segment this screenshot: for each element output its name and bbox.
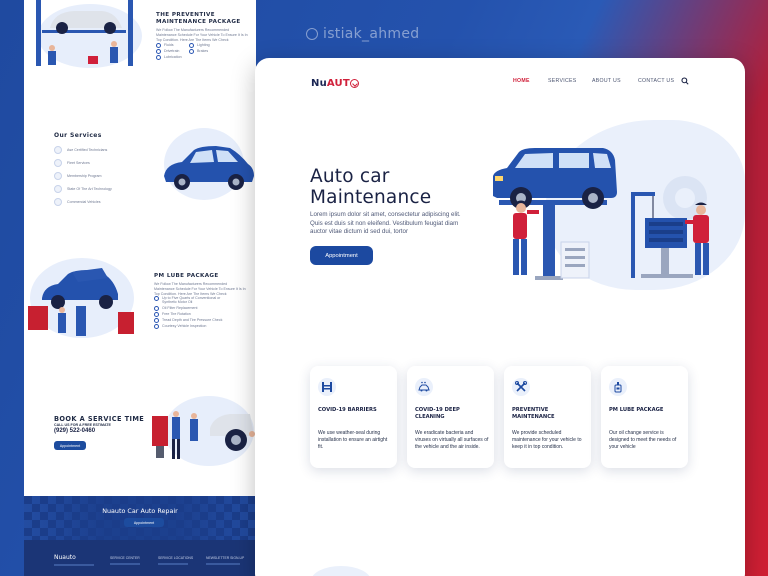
- check-icon: [154, 296, 159, 301]
- check-icon: [189, 42, 194, 48]
- book-title: BOOK A SERVICE TIME: [54, 415, 145, 423]
- car-wash-icon: [415, 378, 433, 396]
- services-list: Ase Certified Technicians Fleet Services…: [54, 143, 154, 208]
- service-card-preventive-maintenance[interactable]: PREVENTIVE MAINTENANCE We provide schedu…: [504, 366, 591, 468]
- banner-title: Nuauto Car Auto Repair: [102, 507, 178, 515]
- search-icon[interactable]: [681, 77, 689, 85]
- check-icon: [156, 42, 161, 48]
- basketball-icon: [306, 28, 318, 40]
- hero-description: Lorem ipsum dolor sit amet, consectetur …: [310, 211, 461, 236]
- banner-appointment-button[interactable]: Appointment: [124, 518, 164, 527]
- brand-logo[interactable]: Nu AUT: [311, 78, 360, 89]
- card-text: We provide scheduled maintenance for you…: [512, 430, 582, 450]
- list-item: State Of The Art Technology: [54, 182, 154, 195]
- card-title: PREVENTIVE MAINTENANCE: [512, 407, 555, 420]
- footer-line: [54, 564, 94, 566]
- lube-text: We Follow The Manufacturers Recommended …: [154, 282, 246, 296]
- service-icon: [54, 197, 62, 206]
- footer-col-title: SERVICE LOCATIONS: [158, 556, 194, 560]
- card-text: We use weather-seal during installation …: [318, 430, 388, 450]
- lube-title: PM LUBE PACKAGE: [154, 273, 219, 279]
- nav-services[interactable]: SERVICES: [548, 78, 577, 84]
- lift-icon: [318, 378, 336, 396]
- card-title: PM LUBE PACKAGE: [609, 407, 664, 413]
- mechanics-lift-illustration: [36, 0, 142, 68]
- car-repair-illustration: [493, 148, 709, 280]
- service-card-covid-barriers[interactable]: COVID-19 BARRIERS We use weather-seal du…: [310, 366, 397, 468]
- service-icon: [54, 171, 62, 180]
- list-item: Up to Five Quarts of Conventional or Syn…: [154, 296, 254, 305]
- nav-contact-us[interactable]: CONTACT US: [638, 78, 674, 84]
- footer-col-title: SERVICE CENTER: [110, 556, 140, 560]
- check-icon: [154, 317, 159, 323]
- watermark: istiak_ahmed: [306, 26, 419, 42]
- check-icon: [154, 305, 159, 311]
- card-title: COVID-19 DEEP CLEANING: [415, 407, 460, 420]
- logo-o-icon: [350, 79, 360, 88]
- check-icon: [154, 323, 159, 329]
- decor-blob: [311, 566, 371, 576]
- footer-line: [206, 563, 240, 565]
- main-page-card: Nu AUT HOME SERVICES ABOUT US CONTACT US …: [255, 58, 745, 576]
- footer-brand: Nuauto: [54, 554, 76, 561]
- nav-home[interactable]: HOME: [513, 78, 530, 84]
- list-item: Membership Program: [54, 169, 154, 182]
- services-title: Our Services: [54, 132, 102, 139]
- maintenance-bullets-col1: Fluids Drivetrain Lubrication: [156, 42, 188, 60]
- service-card-pm-lube[interactable]: PM LUBE PACKAGE Our oil change service i…: [601, 366, 688, 468]
- footer-line: [110, 563, 140, 565]
- service-icon: [54, 184, 62, 193]
- service-card-deep-cleaning[interactable]: COVID-19 DEEP CLEANING We eradicate bact…: [407, 366, 494, 468]
- appointment-button[interactable]: Appointment: [310, 246, 373, 265]
- wrench-icon: [512, 378, 530, 396]
- footer-col-title: NEWSLETTER SIGN-UP: [206, 556, 245, 560]
- book-appointment-button[interactable]: Appointment: [54, 441, 86, 450]
- nav-about-us[interactable]: ABOUT US: [592, 78, 621, 84]
- list-item: Fleet Services: [54, 156, 154, 169]
- list-item: Ase Certified Technicians: [54, 143, 154, 156]
- book-subtitle: CALL US FOR A FREE ESTIMATE: [54, 423, 111, 427]
- card-text: We eradicate bacteria and viruses on vir…: [415, 430, 489, 450]
- car-lift-illustration: [28, 268, 134, 336]
- list-item: Brakes: [189, 48, 229, 54]
- maintenance-title: THE PREVENTIVE MAINTENANCE PACKAGE: [156, 12, 241, 25]
- service-icon: [54, 145, 62, 154]
- lube-bullets: Up to Five Quarts of Conventional or Syn…: [154, 296, 254, 329]
- list-item: Courtesy Vehicle Inspection: [154, 323, 254, 329]
- book-phone: (929) 522-0460: [54, 428, 96, 434]
- list-item: Lubrication: [156, 54, 188, 60]
- card-text: Our oil change service is designed to me…: [609, 430, 677, 450]
- check-icon: [189, 48, 194, 54]
- left-page-preview: THE PREVENTIVE MAINTENANCE PACKAGE We Fo…: [24, 0, 256, 576]
- check-icon: [156, 54, 161, 60]
- blue-car-illustration: [164, 146, 254, 190]
- watermark-text: istiak_ahmed: [323, 26, 420, 42]
- check-icon: [156, 48, 161, 54]
- footer-line: [158, 563, 188, 565]
- hero-title: Auto car Maintenance: [310, 166, 432, 208]
- tire-service-illustration: [152, 411, 255, 459]
- oil-bottle-icon: [609, 378, 627, 396]
- service-icon: [54, 158, 62, 167]
- maintenance-text: We Follow The Manufacturers Recommended …: [156, 28, 248, 42]
- maintenance-bullets-col2: Lighting Brakes: [189, 42, 229, 54]
- list-item: Commercial Vehicles: [54, 195, 154, 208]
- card-title: COVID-19 BARRIERS: [318, 407, 377, 413]
- check-icon: [154, 311, 159, 317]
